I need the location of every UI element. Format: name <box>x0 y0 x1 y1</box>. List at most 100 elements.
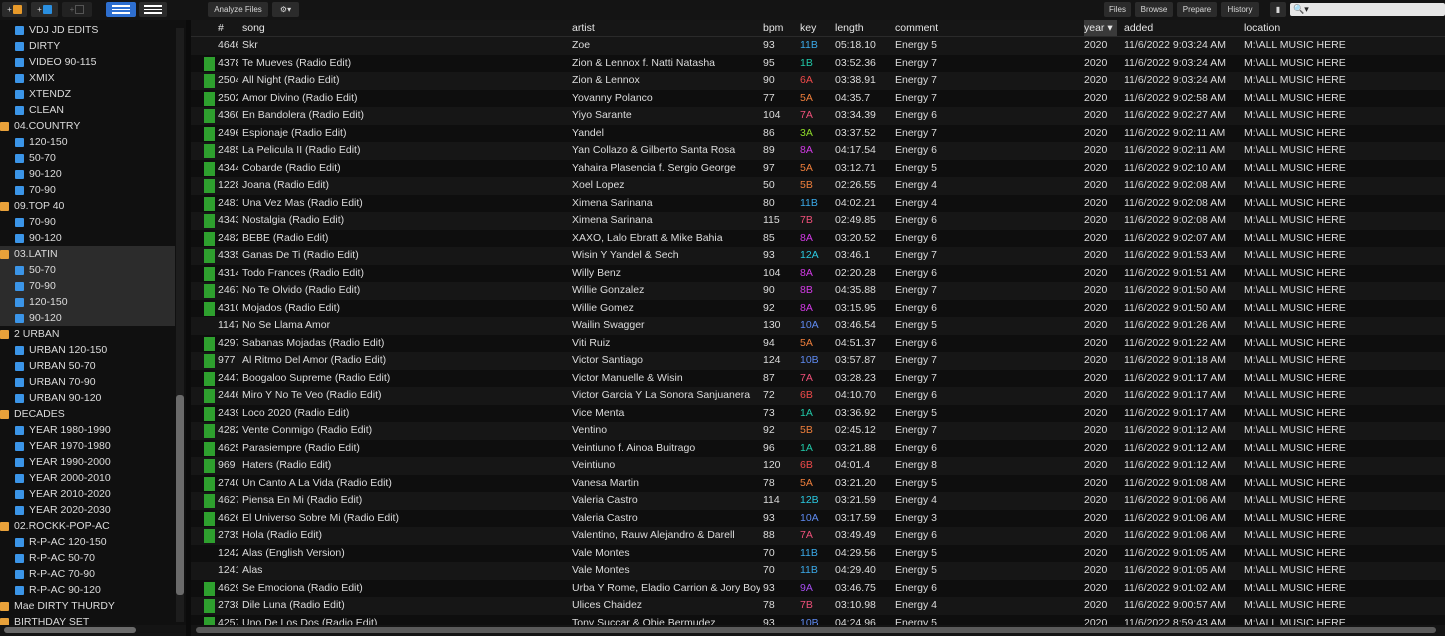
sidebar-item[interactable]: Mae DIRTY THURDY <box>0 598 175 614</box>
sidebar-item[interactable]: 120-150 <box>0 294 175 310</box>
cell-key: 7A <box>800 529 813 541</box>
table-row[interactable]: 2446 Miro Y No Te Veo (Radio Edit) Victor … <box>191 387 1445 405</box>
panel-splitter[interactable]: ⋮ <box>186 317 198 338</box>
table-row[interactable]: 4360 En Bandolera (Radio Edit) Yiyo Sarant… <box>191 107 1445 125</box>
table-row[interactable]: 4625 Parasiempre (Radio Edit) Veintiuno f.… <box>191 439 1445 457</box>
sidebar-item[interactable]: 70-90 <box>0 214 175 230</box>
column-header-artist[interactable]: artist <box>572 20 595 36</box>
column-header-key[interactable]: key <box>800 20 816 36</box>
column-header-added[interactable]: added <box>1124 20 1153 36</box>
table-row[interactable]: 1242 Alas (English Version) Vale Montes 70 1… <box>191 544 1445 562</box>
table-row[interactable]: 4646 Skr Zoe 93 11B 05:18.10 Energy 5 2020 11/6/… <box>191 37 1445 55</box>
column-header-year[interactable]: year ▾ <box>1084 20 1117 36</box>
sidebar-item[interactable]: 120-150 <box>0 134 175 150</box>
sidebar-item[interactable]: YEAR 2020-2030 <box>0 502 175 518</box>
table-row[interactable]: 4314 Todo Frances (Radio Edit) Willy Benz 1… <box>191 264 1445 282</box>
table-row[interactable]: 4344 Cobarde (Radio Edit) Yahaira Plasenci… <box>191 159 1445 177</box>
column-header-location[interactable]: location <box>1244 20 1280 36</box>
history-button[interactable]: History <box>1221 2 1259 17</box>
table-row[interactable]: 4626 El Universo Sobre Mi (Radio Edit) Val… <box>191 509 1445 527</box>
table-row[interactable]: 1147 No Se Llama Amor Wailin Swagger 130 10A… <box>191 317 1445 335</box>
sidebar-item[interactable]: URBAN 90-120 <box>0 390 175 406</box>
sidebar-item[interactable]: YEAR 1980-1990 <box>0 422 175 438</box>
cell-key: 5A <box>800 161 813 174</box>
sidebar-item[interactable]: R-P-AC 90-120 <box>0 582 175 598</box>
sidebar-horizontal-thumb[interactable] <box>4 627 136 633</box>
sidebar-scrollbar-thumb[interactable] <box>176 395 184 595</box>
sidebar-item[interactable]: VIDEO 90-115 <box>0 54 175 70</box>
sidebar-item[interactable]: 09.TOP 40 <box>0 198 175 214</box>
add-folder-button[interactable]: + <box>2 2 27 17</box>
table-row[interactable]: 2735 Hola (Radio Edit) Valentino, Rauw Ale… <box>191 527 1445 545</box>
sidebar-item[interactable]: XTENDZ <box>0 86 175 102</box>
sidebar-item[interactable]: DIRTY <box>0 38 175 54</box>
files-button[interactable]: Files <box>1104 2 1131 17</box>
table-row[interactable]: 2504 All Night (Radio Edit) Zion & Lennox 9… <box>191 72 1445 90</box>
table-row[interactable]: 2502 Amor Divino (Radio Edit) Yovanny Pola… <box>191 89 1445 107</box>
sidebar-item[interactable]: R-P-AC 120-150 <box>0 534 175 550</box>
table-row[interactable]: 4629 Se Emociona (Radio Edit) Urba Y Rome,… <box>191 579 1445 597</box>
browse-button[interactable]: Browse <box>1135 2 1173 17</box>
sidebar-item[interactable]: 50-70 <box>0 262 175 278</box>
column-header-comment[interactable]: comment <box>895 20 938 36</box>
sidebar-item[interactable]: 90-120 <box>0 230 175 246</box>
sidebar-item[interactable]: 03.LATIN <box>0 246 175 262</box>
prepare-button[interactable]: Prepare <box>1177 2 1217 17</box>
table-row[interactable]: 2738 Dile Luna (Radio Edit) Ulices Chaidez… <box>191 597 1445 615</box>
table-row[interactable]: 4310 Mojados (Radio Edit) Willie Gomez 92 8A… <box>191 299 1445 317</box>
sidebar-item[interactable]: YEAR 2000-2010 <box>0 470 175 486</box>
table-row[interactable]: 4343 Nostalgia (Radio Edit) Ximena Sarinan… <box>191 212 1445 230</box>
table-row[interactable]: 977 Al Ritmo Del Amor (Radio Edit) Victor … <box>191 352 1445 370</box>
view-details-button[interactable] <box>139 2 167 17</box>
sidebar-item[interactable]: CLEAN <box>0 102 175 118</box>
sidebar-item[interactable]: 90-120 <box>0 166 175 182</box>
sidebar-item[interactable]: 04.COUNTRY <box>0 118 175 134</box>
settings-button[interactable]: ⚙▾ <box>272 2 299 17</box>
table-row[interactable]: 2485 La Pelicula II (Radio Edit) Yan Colla… <box>191 142 1445 160</box>
cell-comment: Energy 6 <box>895 231 938 244</box>
table-row[interactable]: 4335 Ganas De Ti (Radio Edit) Wisin Y Yand… <box>191 247 1445 265</box>
sideview-toggle-button[interactable]: ▮ <box>1270 2 1286 17</box>
sidebar-item[interactable]: YEAR 1970-1980 <box>0 438 175 454</box>
table-row[interactable]: 2439 Loco 2020 (Radio Edit) Vice Menta 73 1A… <box>191 404 1445 422</box>
table-row[interactable]: 2496 Espionaje (Radio Edit) Yandel 86 3A 03:3… <box>191 124 1445 142</box>
column-header-bpm[interactable]: bpm <box>763 20 783 36</box>
sidebar-item[interactable]: URBAN 50-70 <box>0 358 175 374</box>
sidebar-item[interactable]: R-P-AC 70-90 <box>0 566 175 582</box>
column-header-length[interactable]: length <box>835 20 864 36</box>
grid-horizontal-thumb[interactable] <box>196 627 1436 633</box>
column-header-song[interactable]: song <box>242 20 265 36</box>
sidebar-item[interactable]: YEAR 2010-2020 <box>0 486 175 502</box>
sidebar-item[interactable]: DECADES <box>0 406 175 422</box>
table-row[interactable]: 1241 Alas Vale Montes 70 11B 04:29.40 Energy 5… <box>191 562 1445 580</box>
table-row[interactable]: 969 Haters (Radio Edit) Veintiuno 120 6B 04:0… <box>191 457 1445 475</box>
sidebar-item[interactable]: 70-90 <box>0 182 175 198</box>
table-row[interactable]: 2447 Boogaloo Supreme (Radio Edit) Victor … <box>191 369 1445 387</box>
table-row[interactable]: 1228 Joana (Radio Edit) Xoel Lopez 50 5B 02:2… <box>191 177 1445 195</box>
sidebar-item[interactable]: 90-120 <box>0 310 175 326</box>
table-row[interactable]: 2740 Un Canto A La Vida (Radio Edit) Vanes… <box>191 474 1445 492</box>
table-row[interactable]: 4378 Te Mueves (Radio Edit) Zion & Lennox … <box>191 54 1445 72</box>
sidebar-item[interactable]: YEAR 1990-2000 <box>0 454 175 470</box>
table-row[interactable]: 2481 Una Vez Mas (Radio Edit) Ximena Sarin… <box>191 194 1445 212</box>
add-list-button[interactable]: + <box>31 2 58 17</box>
search-input[interactable]: 🔍▾ <box>1290 3 1445 16</box>
add-filter-button[interactable]: + <box>62 2 92 17</box>
table-row[interactable]: 2482 BEBE (Radio Edit) XAXO, Lalo Ebratt &… <box>191 229 1445 247</box>
sidebar-item[interactable]: URBAN 70-90 <box>0 374 175 390</box>
analyze-files-button[interactable]: Analyze Files <box>208 2 268 17</box>
sidebar-item[interactable]: URBAN 120-150 <box>0 342 175 358</box>
table-row[interactable]: 2467 No Te Olvido (Radio Edit) Willie Gonz… <box>191 282 1445 300</box>
table-row[interactable]: 4627 Piensa En Mi (Radio Edit) Valeria Cas… <box>191 492 1445 510</box>
sidebar-item[interactable]: XMIX <box>0 70 175 86</box>
view-list-button[interactable] <box>106 2 136 17</box>
sidebar-item[interactable]: 50-70 <box>0 150 175 166</box>
table-row[interactable]: 4297 Sabanas Mojadas (Radio Edit) Viti Rui… <box>191 334 1445 352</box>
column-header-num[interactable]: # <box>218 20 224 36</box>
sidebar-item[interactable]: R-P-AC 50-70 <box>0 550 175 566</box>
sidebar-item[interactable]: 70-90 <box>0 278 175 294</box>
table-row[interactable]: 4282 Vente Conmigo (Radio Edit) Ventino 92 5… <box>191 422 1445 440</box>
sidebar-item[interactable]: VDJ JD EDITS <box>0 22 175 38</box>
sidebar-item[interactable]: 02.ROCKK-POP-AC <box>0 518 175 534</box>
sidebar-item[interactable]: 2 URBAN <box>0 326 175 342</box>
